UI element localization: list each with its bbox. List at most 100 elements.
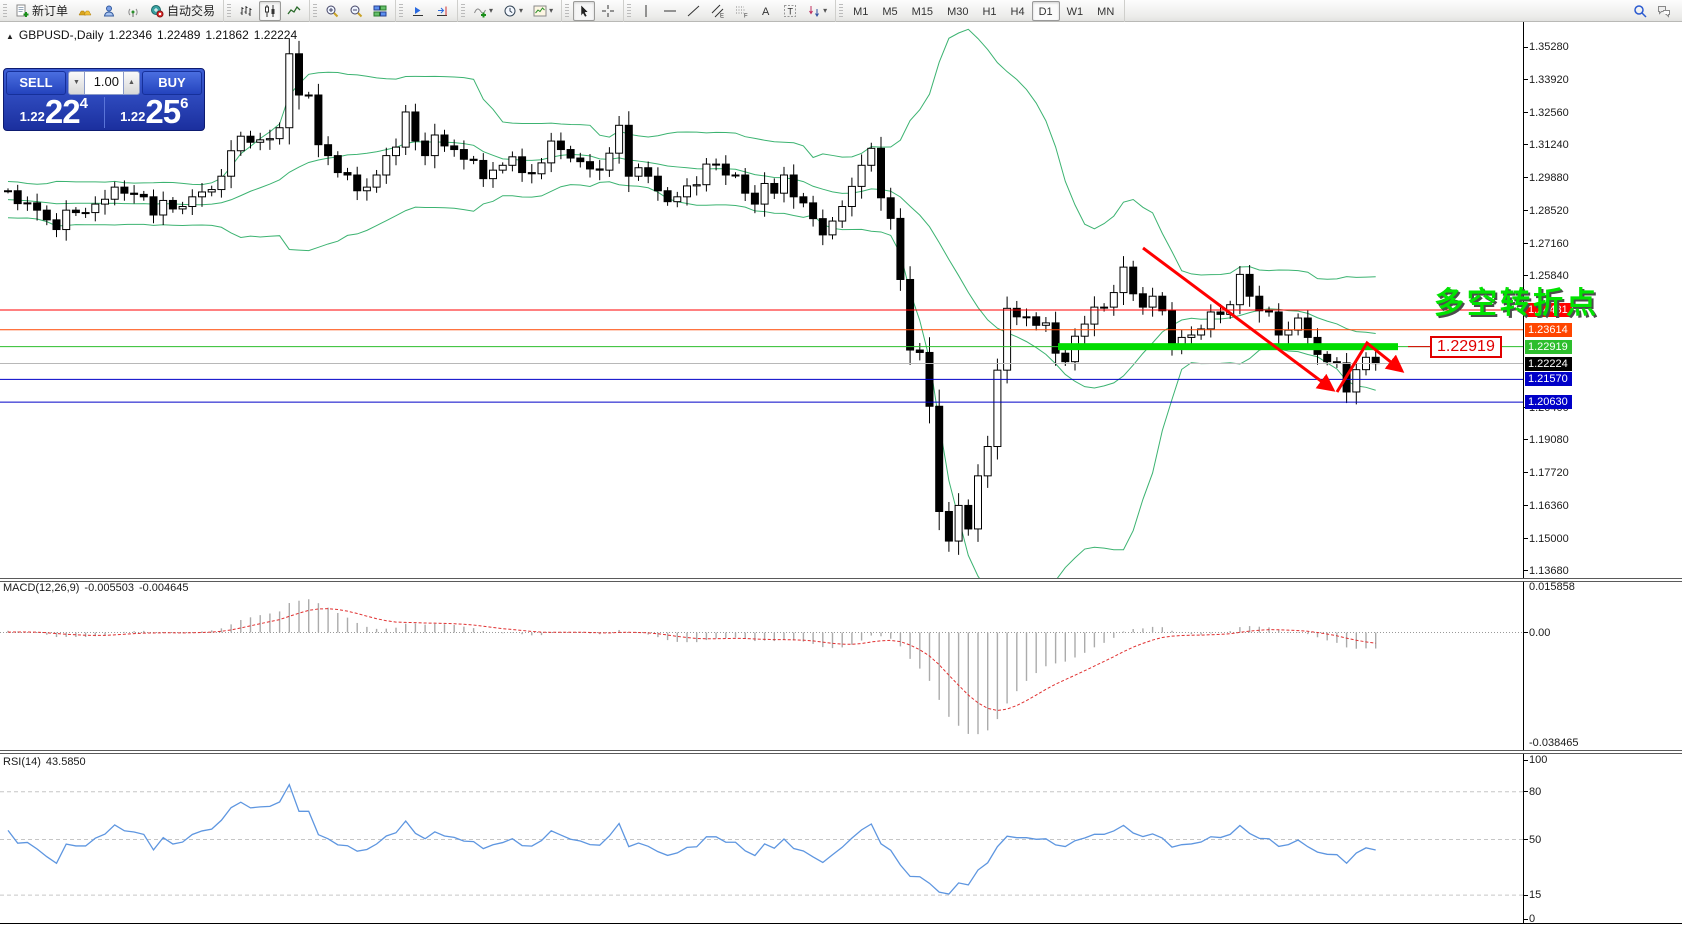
timeframe-h1-button[interactable]: H1	[975, 1, 1003, 21]
zoom-in-icon	[326, 5, 339, 17]
candlestick-button[interactable]	[259, 0, 282, 21]
fibonacci-button[interactable]: F	[731, 1, 753, 21]
price-tick-label: 1.28520	[1529, 204, 1569, 217]
volume-input[interactable]: 1.00	[85, 71, 123, 95]
one-click-trading-panel: SELL ▼ 1.00 ▲ BUY 1.22 22 4 1.22 25 6	[3, 68, 205, 131]
zoom-in-button[interactable]	[321, 1, 343, 21]
bar-chart-button[interactable]	[235, 1, 257, 21]
timeframe-h4-button[interactable]: H4	[1004, 1, 1032, 21]
rsi-pane	[0, 783, 1523, 896]
price-tick-mark	[1523, 112, 1528, 114]
chart-canvas[interactable]: ▲ GBPUSD-,Daily 1.22346 1.22489 1.21862 …	[0, 22, 1682, 945]
toolbar-group-2	[310, 0, 397, 22]
tile-windows-button[interactable]	[369, 1, 391, 21]
chart-close-value: 1.22224	[253, 28, 298, 42]
search-button[interactable]	[1629, 1, 1651, 21]
toolbar-grip[interactable]	[461, 3, 466, 18]
cursor-icon	[580, 3, 589, 17]
indicators-button[interactable]: ▾	[469, 1, 497, 21]
signals-button[interactable]	[122, 1, 144, 21]
pane-splitter-macd[interactable]	[0, 578, 1682, 582]
mt4-window: 新订单 自动交易 ▾ ▾ ▾ E F A T ▾ M1 M5 M15 M30 H1 H4 D1 W1 MN ▲ GB…	[0, 0, 1682, 945]
sell-price-small: 1.22	[19, 109, 45, 124]
fibonacci-icon: F	[736, 6, 748, 18]
timeframe-m15-button[interactable]: M15	[905, 1, 940, 21]
rsi-scale-label: 15	[1529, 889, 1542, 902]
chevron-down-icon[interactable]: ▾	[549, 6, 553, 15]
zoom-out-button[interactable]	[345, 1, 367, 21]
toolbar-grip[interactable]	[313, 3, 318, 18]
chat-button[interactable]	[1653, 1, 1675, 21]
buy-button[interactable]: BUY	[142, 71, 202, 95]
auto-scroll-button[interactable]	[407, 1, 429, 21]
rsi-tick-mark	[1523, 759, 1528, 761]
price-tick-mark	[1523, 472, 1528, 474]
toolbar-group-6: E F A T ▾	[624, 0, 837, 22]
chevron-down-icon[interactable]: ▾	[489, 6, 493, 15]
text-button[interactable]: A	[755, 1, 777, 21]
price-tick-label: 1.17720	[1529, 466, 1569, 479]
toolbar-grip[interactable]	[627, 3, 632, 18]
buy-price-button[interactable]: 1.22 25 6	[107, 95, 203, 128]
sell-price-button[interactable]: 1.22 22 4	[6, 95, 102, 128]
gold-icon	[78, 10, 92, 15]
chevron-down-icon[interactable]: ▾	[823, 6, 827, 15]
autotrading-icon	[151, 4, 164, 17]
templates-button[interactable]: ▾	[529, 1, 557, 21]
timeframe-m1-button[interactable]: M1	[846, 1, 875, 21]
price-tick-mark	[1523, 439, 1528, 441]
svg-text:A: A	[762, 6, 770, 18]
trendline-button[interactable]	[683, 1, 705, 21]
chart-low-value: 1.21862	[205, 28, 249, 42]
sell-button[interactable]: SELL	[6, 71, 66, 95]
timeframe-m30-button[interactable]: M30	[940, 1, 975, 21]
price-tick-mark	[1523, 177, 1528, 179]
rsi-tick-mark	[1523, 918, 1528, 920]
new-order-button-label: 新订单	[32, 4, 69, 18]
toolbar-grip[interactable]	[3, 3, 7, 18]
one-click-collapse-icon[interactable]: ▲	[6, 32, 14, 41]
toolbar-grip[interactable]	[565, 3, 570, 18]
timeframe-w1-button[interactable]: W1	[1060, 1, 1091, 21]
candlestick-icon	[265, 4, 275, 17]
chevron-down-icon[interactable]: ▾	[519, 6, 523, 15]
volume-decrease-button[interactable]: ▼	[68, 71, 85, 95]
arrows-button[interactable]: ▾	[803, 1, 831, 21]
gold-button[interactable]	[74, 1, 96, 21]
horizontal-line-button[interactable]	[659, 1, 681, 21]
periods-button[interactable]: ▾	[499, 1, 527, 21]
rsi-tick-mark	[1523, 791, 1528, 793]
timeframe-m5-button[interactable]: M5	[875, 1, 904, 21]
cursor-button[interactable]	[573, 0, 596, 21]
toolbar-grip[interactable]	[839, 3, 844, 18]
sell-price-sup: 4	[79, 95, 88, 112]
time-axis-strip[interactable]	[0, 924, 1682, 945]
price-tick-label: 1.35280	[1529, 41, 1569, 53]
accounts-button[interactable]	[98, 1, 120, 21]
text-label-button[interactable]: T	[779, 1, 801, 21]
crosshair-button[interactable]	[597, 1, 619, 21]
autotrading-button[interactable]: 自动交易	[146, 1, 219, 21]
new-order-button[interactable]: 新订单	[11, 1, 72, 21]
new-order-icon	[16, 4, 29, 17]
chart-shift-button[interactable]	[431, 1, 453, 21]
toolbar-grip[interactable]	[227, 3, 232, 18]
price-level-label: 1.22224	[1525, 356, 1572, 371]
channel-icon: E	[711, 4, 724, 18]
channel-button[interactable]: E	[707, 1, 729, 21]
horizontal-line-icon	[664, 10, 677, 11]
line-chart-icon	[287, 5, 301, 14]
timeframe-d1-button[interactable]: D1	[1031, 0, 1060, 21]
chart-symbol-period: GBPUSD-,Daily	[18, 28, 104, 42]
turning-point-annotation: 多空转折点	[1434, 287, 1599, 320]
price-level-label: 1.22919	[1525, 339, 1572, 354]
volume-increase-button[interactable]: ▲	[123, 71, 140, 95]
toolbar-grip[interactable]	[399, 3, 404, 18]
vertical-line-button[interactable]	[635, 1, 657, 21]
pane-splitter-rsi[interactable]	[0, 750, 1682, 754]
timeframe-mn-button[interactable]: MN	[1090, 1, 1121, 21]
rsi-value: 43.5850	[45, 756, 86, 768]
chart-shift-icon	[437, 6, 448, 16]
toolbar-right	[1625, 0, 1682, 22]
line-chart-button[interactable]	[283, 1, 305, 21]
